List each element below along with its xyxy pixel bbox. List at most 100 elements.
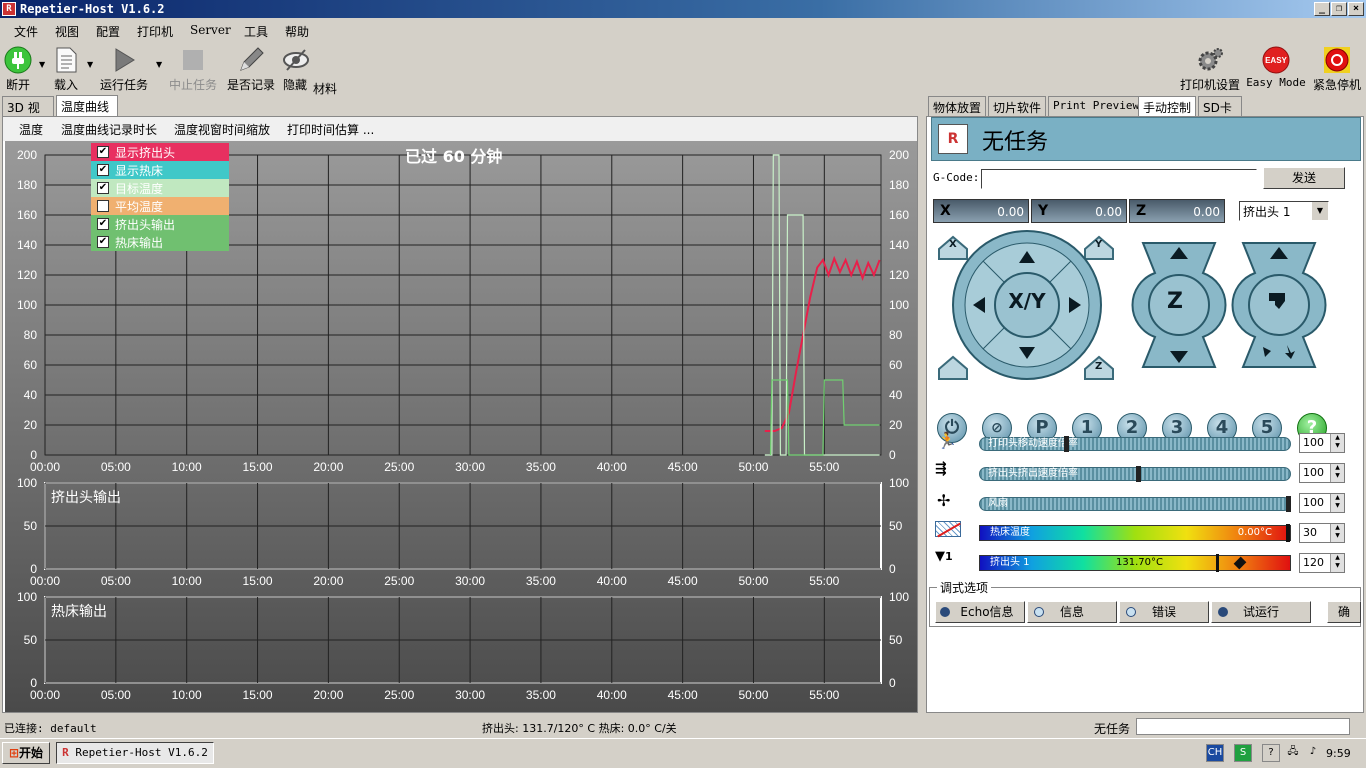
load-button[interactable]: 载入 (50, 46, 82, 93)
led-icon (1218, 607, 1228, 617)
y-tick-label-left: 140 (17, 238, 37, 252)
y-tick-label-left: 80 (24, 328, 38, 342)
legend-item[interactable]: ✔ 挤出头输出 (91, 215, 229, 233)
printer-settings-button[interactable]: 打印机设置 (1178, 46, 1242, 93)
tab-sd-card[interactable]: SD卡 (1198, 96, 1242, 116)
legend-checkbox[interactable]: ✔ (97, 164, 109, 176)
extruder-jog-pad[interactable] (1231, 242, 1327, 368)
start-button[interactable]: ⊞开始 (2, 742, 50, 764)
help-tray-icon[interactable]: ? (1262, 744, 1280, 762)
flow-slider-handle[interactable] (1136, 466, 1141, 482)
legend-item[interactable]: 平均温度 (91, 197, 229, 215)
disconnect-button[interactable]: 断开 (2, 46, 34, 93)
bed-target-marker[interactable] (1286, 524, 1290, 542)
load-dropdown-icon[interactable]: ▼ (87, 60, 93, 69)
tab-print-preview[interactable]: Print Preview (1048, 96, 1145, 116)
legend-checkbox[interactable]: ✔ (97, 218, 109, 230)
x-tick-label: 30:00 (455, 688, 485, 702)
close-button[interactable]: × (1348, 2, 1364, 16)
debug-dryrun-button[interactable]: 试运行 (1211, 601, 1311, 623)
chevron-down-icon[interactable]: ▼ (1312, 202, 1328, 220)
extruder-select[interactable]: 挤出头 1 ▼ (1239, 201, 1329, 221)
run-dropdown-icon[interactable]: ▼ (156, 60, 162, 69)
y-tick-label-right: 0 (889, 562, 896, 576)
language-indicator[interactable]: CH (1206, 744, 1224, 762)
debug-echo-button[interactable]: Echo信息 (935, 601, 1025, 623)
y-tick-label-right: 40 (889, 388, 903, 402)
bed-target-input[interactable]: 30 ▲ ▼ (1299, 523, 1345, 543)
y-tick-label-right: 0 (889, 448, 896, 462)
x-tick-label: 25:00 (384, 688, 414, 702)
fan-speed-input[interactable]: 100 ▲ ▼ (1299, 493, 1345, 513)
spinner-arrows-icon[interactable]: ▲ ▼ (1330, 464, 1344, 482)
legend-item[interactable]: ✔ 显示热床 (91, 161, 229, 179)
gcode-input[interactable] (981, 169, 1257, 189)
led-icon (1126, 607, 1136, 617)
menu-help[interactable]: 帮助 (285, 23, 309, 40)
temperature-toolbar: 温度 温度曲线记录时长 温度视窗时间缩放 打印时间估算 ... (3, 117, 917, 141)
legend-checkbox[interactable]: ✔ (97, 182, 109, 194)
speed-multiplier-input[interactable]: 100 ▲ ▼ (1299, 433, 1345, 453)
y-tick-label-left: 180 (17, 178, 37, 192)
legend-item[interactable]: ✔ 目标温度 (91, 179, 229, 197)
menu-file[interactable]: 文件 (14, 23, 38, 40)
tray-app-icon[interactable]: S (1234, 744, 1252, 762)
right-panel: 物体放置 切片软件 Print Preview 手动控制 SD卡 R 无任务 G… (924, 96, 1366, 713)
network-icon[interactable]: 🖧 (1284, 744, 1302, 762)
extruder-temperature-bar[interactable]: 挤出头 1 131.70°C (979, 554, 1291, 572)
bed-temperature-bar[interactable]: 热床温度 0.00°C (979, 524, 1291, 542)
restore-button[interactable]: ❐ (1331, 2, 1347, 16)
minimize-button[interactable]: _ (1314, 2, 1330, 16)
menu-view[interactable]: 视图 (55, 23, 79, 40)
extruder-target-marker[interactable] (1216, 554, 1219, 572)
spinner-arrows-icon[interactable]: ▲ ▼ (1330, 554, 1344, 572)
tab-slicer[interactable]: 切片软件 (988, 96, 1047, 116)
taskbar-app-button[interactable]: R Repetier-Host V1.6.2 (56, 742, 214, 764)
debug-info-button[interactable]: 信息 (1027, 601, 1117, 623)
material-button[interactable]: 材料 (312, 80, 338, 97)
flow-multiplier-slider[interactable]: 挤出头挤出速度倍率 (979, 466, 1291, 482)
extruder-target-input[interactable]: 120 ▲ ▼ (1299, 553, 1345, 573)
fan-slider-handle[interactable] (1286, 496, 1291, 512)
debug-error-button[interactable]: 错误 (1119, 601, 1209, 623)
z-position-display: Z 0.00 (1129, 199, 1225, 223)
temp-menu-time-zoom[interactable]: 温度视窗时间缩放 (174, 121, 270, 138)
disconnect-dropdown-icon[interactable]: ▼ (39, 60, 45, 69)
emergency-stop-button[interactable]: 紧急停机 (1310, 46, 1364, 93)
legend-item[interactable]: ✔ 热床输出 (91, 233, 229, 251)
flow-multiplier-input[interactable]: 100 ▲ ▼ (1299, 463, 1345, 483)
spinner-arrows-icon[interactable]: ▲ ▼ (1330, 434, 1344, 452)
menu-config[interactable]: 配置 (96, 23, 120, 40)
easy-mode-button[interactable]: EASY Easy Mode (1246, 46, 1306, 89)
send-gcode-button[interactable]: 发送 (1263, 167, 1345, 189)
tab-3d-view[interactable]: 3D 视窗 (2, 96, 54, 132)
spinner-arrows-icon[interactable]: ▲ ▼ (1330, 494, 1344, 512)
temp-menu-temperature[interactable]: 温度 (19, 121, 43, 138)
hide-button[interactable]: 隐藏 (282, 46, 309, 93)
debug-confirm-button[interactable]: 确 (1327, 601, 1361, 623)
speed-multiplier-slider[interactable]: 打印头移动速度倍率 (979, 436, 1291, 452)
log-toggle-button[interactable]: 是否记录 (225, 46, 277, 93)
legend-checkbox[interactable] (97, 200, 109, 212)
speed-slider-handle[interactable] (1064, 436, 1069, 452)
temp-menu-record-duration[interactable]: 温度曲线记录时长 (61, 121, 157, 138)
legend-label: 显示挤出头 (115, 146, 176, 160)
x-position-display: X 0.00 (933, 199, 1029, 223)
menu-server[interactable]: Server (190, 23, 231, 37)
volume-icon[interactable]: ♪ (1304, 744, 1322, 762)
legend-checkbox[interactable]: ✔ (97, 236, 109, 248)
tab-manual-control[interactable]: 手动控制 (1138, 96, 1197, 116)
menu-printer[interactable]: 打印机 (137, 23, 173, 40)
stop-job-button[interactable]: 中止任务 (167, 46, 219, 93)
home-all-icon[interactable] (938, 355, 968, 380)
legend-item[interactable]: ✔ 显示挤出头 (91, 143, 229, 161)
tab-temperature-curve[interactable]: 温度曲线 (56, 95, 118, 116)
tab-object-placement[interactable]: 物体放置 (928, 96, 987, 116)
window-title: Repetier-Host V1.6.2 (20, 2, 165, 16)
temp-menu-print-time-estimate[interactable]: 打印时间估算 ... (287, 121, 374, 138)
spinner-arrows-icon[interactable]: ▲ ▼ (1330, 524, 1344, 542)
menu-tools[interactable]: 工具 (244, 23, 268, 40)
run-job-button[interactable]: 运行任务 (98, 46, 150, 93)
legend-checkbox[interactable]: ✔ (97, 146, 109, 158)
fan-slider[interactable]: 风扇 (979, 496, 1291, 512)
